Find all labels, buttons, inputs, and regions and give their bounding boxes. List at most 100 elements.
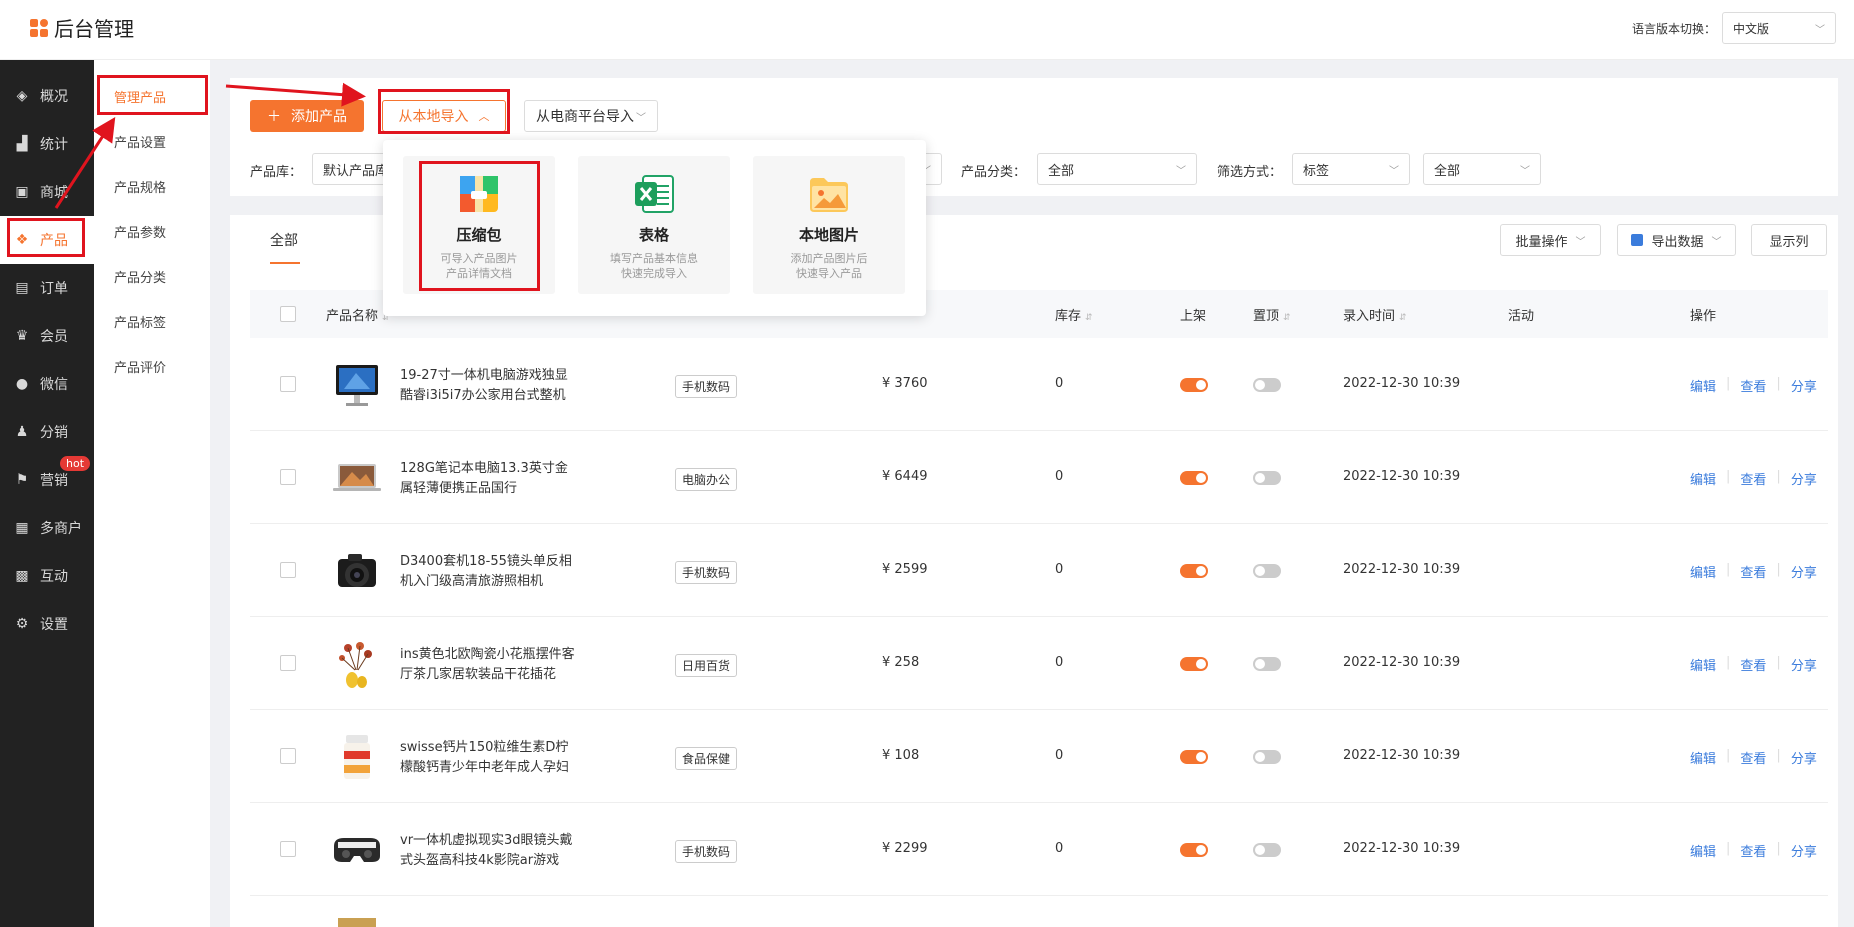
on-shelf-toggle[interactable] bbox=[1180, 378, 1208, 392]
share-link[interactable]: 分享 bbox=[1791, 655, 1817, 674]
product-name[interactable]: vr一体机虚拟现实3d眼镜头戴式头盔高科技4k影院ar游戏wifi bbox=[400, 831, 580, 871]
product-price: ¥ 2599 bbox=[882, 562, 928, 577]
row-checkbox[interactable] bbox=[280, 748, 296, 764]
sidebar-item-distribution[interactable]: ♟ 分销 bbox=[0, 408, 94, 456]
sort-icon[interactable]: ⇵ bbox=[1399, 313, 1407, 323]
edit-link[interactable]: 编辑 bbox=[1690, 655, 1716, 674]
entry-time: 2022-12-30 10:39 bbox=[1343, 562, 1461, 577]
entry-time: 2022-12-30 10:39 bbox=[1343, 655, 1461, 670]
share-link[interactable]: 分享 bbox=[1791, 376, 1817, 395]
ecommerce-import-button[interactable]: 从电商平台导入 ﹀ bbox=[524, 100, 658, 132]
add-product-button[interactable]: ＋添加产品 bbox=[250, 100, 364, 132]
product-name[interactable]: 128G笔记本电脑13.3英寸金属轻薄便携正品国行 bbox=[400, 459, 580, 499]
subnav-product-params[interactable]: 产品参数 bbox=[94, 209, 210, 254]
row-checkbox[interactable] bbox=[280, 841, 296, 857]
share-link[interactable]: 分享 bbox=[1791, 469, 1817, 488]
view-link[interactable]: 查看 bbox=[1740, 376, 1766, 395]
subnav-product-settings[interactable]: 产品设置 bbox=[94, 119, 210, 164]
on-shelf-toggle[interactable] bbox=[1180, 471, 1208, 485]
sidebar-item-wechat[interactable]: ● 微信 bbox=[0, 360, 94, 408]
product-name[interactable]: ins黄色北欧陶瓷小花瓶摆件客厅茶几家居软装品干花插花创... bbox=[400, 645, 580, 685]
language-switcher: 语言版本切换： 中文版 ﹀ bbox=[1632, 12, 1836, 44]
on-shelf-toggle[interactable] bbox=[1180, 657, 1208, 671]
pin-top-toggle[interactable] bbox=[1253, 657, 1281, 671]
sidebar-item-settings[interactable]: ⚙ 设置 bbox=[0, 600, 94, 648]
view-link[interactable]: 查看 bbox=[1740, 748, 1766, 767]
spreadsheet-option-desc: 填写产品基本信息 快速完成导入 bbox=[610, 252, 698, 280]
pin-top-toggle[interactable] bbox=[1253, 378, 1281, 392]
chart-icon: ▟ bbox=[16, 136, 28, 152]
edit-link[interactable]: 编辑 bbox=[1690, 376, 1716, 395]
edit-link[interactable]: 编辑 bbox=[1690, 748, 1716, 767]
on-shelf-toggle[interactable] bbox=[1180, 564, 1208, 578]
main-sidebar: ◈ 概况 ▟ 统计 ▣ 商城 ❖ 产品 ▤ 订单 ♛ 会员 ● 微信 ♟ 分销 ⚑ 营销 hot ▦… bbox=[0, 60, 94, 927]
sort-icon[interactable]: ⇵ bbox=[1283, 313, 1291, 323]
share-link[interactable]: 分享 bbox=[1791, 841, 1817, 860]
sidebar-item-members[interactable]: ♛ 会员 bbox=[0, 312, 94, 360]
spreadsheet-option-title: 表格 bbox=[638, 226, 669, 244]
category-tag: 电脑办公 bbox=[675, 468, 738, 491]
export-icon bbox=[1631, 234, 1644, 246]
row-checkbox[interactable] bbox=[280, 562, 296, 578]
sort-icon[interactable]: ⇵ bbox=[1085, 313, 1093, 323]
store-icon: ▣ bbox=[15, 184, 29, 200]
view-link[interactable]: 查看 bbox=[1740, 469, 1766, 488]
row-checkbox[interactable] bbox=[280, 376, 296, 392]
gear-icon: ⚙ bbox=[15, 616, 29, 632]
import-local-image-option[interactable]: 本地图片 添加产品图片后 快速导入产品 bbox=[753, 156, 905, 294]
subnav-product-specs[interactable]: 产品规格 bbox=[94, 164, 210, 209]
sidebar-item-marketing[interactable]: ⚑ 营销 hot bbox=[0, 456, 94, 504]
pin-top-toggle[interactable] bbox=[1253, 843, 1281, 857]
import-spreadsheet-option[interactable]: 表格 填写产品基本信息 快速完成导入 bbox=[578, 156, 730, 294]
pin-top-toggle[interactable] bbox=[1253, 564, 1281, 578]
product-name[interactable]: 19-27寸一体机电脑游戏独显酷睿i3i5i7办公家用台式整机主... bbox=[400, 366, 580, 406]
subnav-product-tags[interactable]: 产品标签 bbox=[94, 299, 210, 344]
sidebar-item-stats[interactable]: ▟ 统计 bbox=[0, 120, 94, 168]
pin-top-toggle[interactable] bbox=[1253, 750, 1281, 764]
product-subnav: 管理产品 产品设置 产品规格 产品参数 产品分类 产品标签 产品评价 bbox=[94, 60, 210, 927]
header-on-shelf: 上架 bbox=[1180, 309, 1207, 324]
export-data-button[interactable]: 导出数据 ﹀ bbox=[1617, 224, 1736, 256]
sidebar-item-overview[interactable]: ◈ 概况 bbox=[0, 72, 94, 120]
batch-operation-button[interactable]: 批量操作 ﹀ bbox=[1500, 224, 1601, 256]
edit-link[interactable]: 编辑 bbox=[1690, 469, 1716, 488]
on-shelf-toggle[interactable] bbox=[1180, 843, 1208, 857]
category-select[interactable]: 全部 ﹀ bbox=[1037, 153, 1197, 185]
view-link[interactable]: 查看 bbox=[1740, 841, 1766, 860]
people-icon: ▩ bbox=[15, 568, 29, 584]
wechat-icon: ● bbox=[15, 376, 29, 392]
edit-link[interactable]: 编辑 bbox=[1690, 562, 1716, 581]
sidebar-item-multi-merchant[interactable]: ▦ 多商户 bbox=[0, 504, 94, 552]
share-link[interactable]: 分享 bbox=[1791, 562, 1817, 581]
top-bar: 后台管理 语言版本切换： 中文版 ﹀ bbox=[0, 0, 1854, 60]
multi-store-icon: ▦ bbox=[15, 520, 29, 536]
row-checkbox[interactable] bbox=[280, 655, 296, 671]
excel-icon bbox=[635, 175, 674, 213]
annotation-box-local-import bbox=[378, 89, 510, 134]
pin-top-toggle[interactable] bbox=[1253, 471, 1281, 485]
product-name[interactable]: swisse钙片150粒维生素D柠檬酸钙青少年中老年成人孕妇补... bbox=[400, 738, 580, 778]
subnav-product-reviews[interactable]: 产品评价 bbox=[94, 344, 210, 389]
display-columns-button[interactable]: 显示列 bbox=[1751, 224, 1827, 256]
language-select[interactable]: 中文版 ﹀ bbox=[1722, 12, 1836, 44]
product-price: ¥ 108 bbox=[882, 748, 920, 763]
share-link[interactable]: 分享 bbox=[1791, 748, 1817, 767]
category-tag: 手机数码 bbox=[675, 375, 738, 398]
product-name[interactable]: D3400套机18-55镜头单反相机入门级高清旅游照相机 bbox=[400, 552, 580, 592]
filter-value-select[interactable]: 全部 ﹀ bbox=[1423, 153, 1541, 185]
on-shelf-toggle[interactable] bbox=[1180, 750, 1208, 764]
sidebar-item-interaction[interactable]: ▩ 互动 bbox=[0, 552, 94, 600]
subnav-product-category[interactable]: 产品分类 bbox=[94, 254, 210, 299]
filter-method-select[interactable]: 标签 ﹀ bbox=[1292, 153, 1410, 185]
local-image-option-title: 本地图片 bbox=[798, 226, 859, 244]
sidebar-item-store[interactable]: ▣ 商城 bbox=[0, 168, 94, 216]
view-link[interactable]: 查看 bbox=[1740, 655, 1766, 674]
sidebar-item-orders[interactable]: ▤ 订单 bbox=[0, 264, 94, 312]
tab-all[interactable]: 全部 bbox=[270, 230, 298, 250]
select-all-checkbox[interactable] bbox=[280, 306, 296, 322]
view-link[interactable]: 查看 bbox=[1740, 562, 1766, 581]
product-stock: 0 bbox=[1055, 469, 1064, 484]
table-row: swisse钙片150粒维生素D柠檬酸钙青少年中老年成人孕妇补... 食品保健 … bbox=[250, 710, 1828, 803]
row-checkbox[interactable] bbox=[280, 469, 296, 485]
edit-link[interactable]: 编辑 bbox=[1690, 841, 1716, 860]
